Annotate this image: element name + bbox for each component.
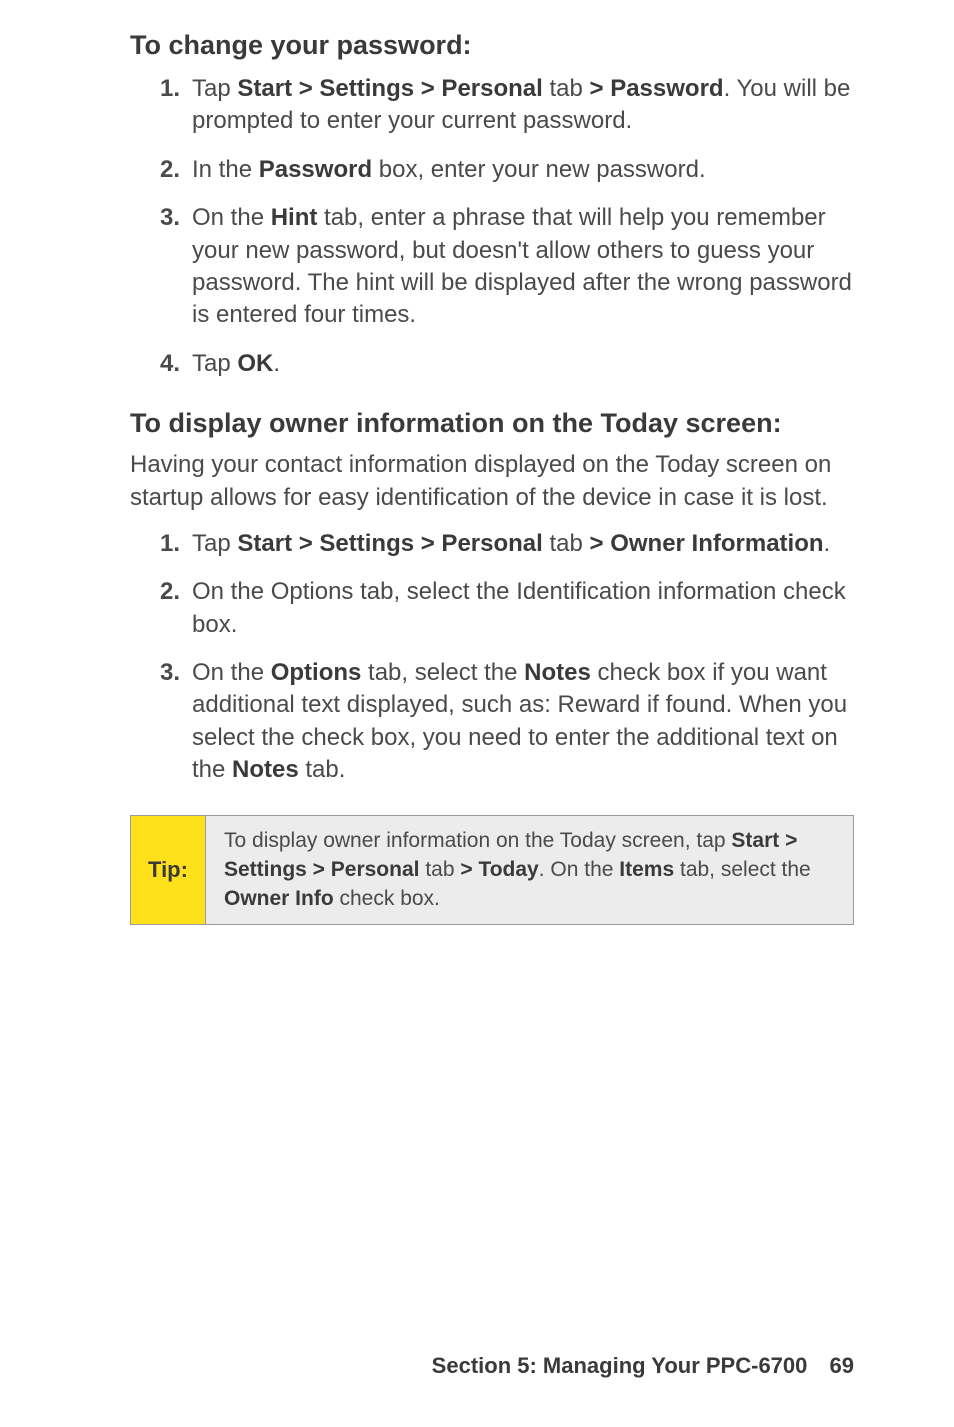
step-text: On the Options tab, select the Identific… xyxy=(192,576,854,641)
step-number: 1. xyxy=(130,73,192,105)
step-number: 2. xyxy=(130,154,192,186)
step-number: 4. xyxy=(130,348,192,380)
footer-section-text: Section 5: Managing Your PPC-6700 xyxy=(432,1353,808,1378)
heading-owner-info: To display owner information on the Toda… xyxy=(130,408,854,439)
intro-paragraph: Having your contact information displaye… xyxy=(130,449,854,514)
step-text: Tap OK. xyxy=(192,348,854,380)
heading-change-password: To change your password: xyxy=(130,30,854,61)
step-text: Tap Start > Settings > Personal tab > Pa… xyxy=(192,73,854,138)
step-text: In the Password box, enter your new pass… xyxy=(192,154,854,186)
tip-callout: Tip: To display owner information on the… xyxy=(130,815,854,925)
steps-change-password: 1. Tap Start > Settings > Personal tab >… xyxy=(130,73,854,380)
step-item: 2. In the Password box, enter your new p… xyxy=(130,154,854,186)
step-number: 2. xyxy=(130,576,192,608)
step-text: On the Options tab, select the Notes che… xyxy=(192,657,854,787)
page-number: 69 xyxy=(830,1353,854,1378)
step-item: 3. On the Options tab, select the Notes … xyxy=(130,657,854,787)
step-item: 1. Tap Start > Settings > Personal tab >… xyxy=(130,528,854,560)
step-item: 3. On the Hint tab, enter a phrase that … xyxy=(130,202,854,332)
step-item: 4. Tap OK. xyxy=(130,348,854,380)
page-footer: Section 5: Managing Your PPC-6700 69 xyxy=(432,1353,854,1379)
step-text: Tap Start > Settings > Personal tab > Ow… xyxy=(192,528,854,560)
step-item: 1. Tap Start > Settings > Personal tab >… xyxy=(130,73,854,138)
step-text: On the Hint tab, enter a phrase that wil… xyxy=(192,202,854,332)
tip-label: Tip: xyxy=(131,816,206,924)
step-item: 2. On the Options tab, select the Identi… xyxy=(130,576,854,641)
step-number: 3. xyxy=(130,657,192,689)
step-number: 1. xyxy=(130,528,192,560)
step-number: 3. xyxy=(130,202,192,234)
tip-body: To display owner information on the Toda… xyxy=(206,816,853,924)
steps-owner-info: 1. Tap Start > Settings > Personal tab >… xyxy=(130,528,854,787)
